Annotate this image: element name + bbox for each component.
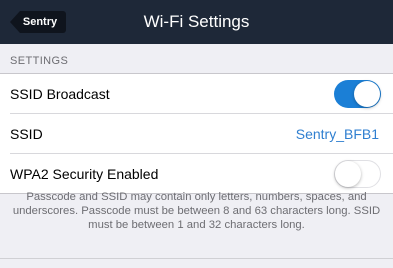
page-title: Wi-Fi Settings — [143, 12, 250, 31]
section-header-label: SETTINGS — [10, 55, 69, 67]
footer-note: Passcode and SSID may contain only lette… — [12, 191, 381, 231]
ssid-broadcast-label: SSID Broadcast — [10, 86, 110, 102]
wpa2-security-label: WPA2 Security Enabled — [10, 166, 159, 182]
toggle-knob — [335, 161, 361, 187]
ssid-broadcast-toggle[interactable] — [334, 80, 381, 108]
ssid-value[interactable]: Sentry_BFB1 — [296, 126, 379, 142]
section-header: SETTINGS — [0, 44, 393, 74]
bottom-divider — [0, 258, 393, 259]
ssid-broadcast-row: SSID Broadcast — [0, 74, 393, 114]
nav-bar: Sentry Wi-Fi Settings — [0, 0, 393, 44]
ssid-label: SSID — [10, 126, 43, 142]
ssid-row[interactable]: SSID Sentry_BFB1 — [0, 114, 393, 154]
toggle-knob — [354, 81, 380, 107]
wpa2-security-toggle[interactable] — [334, 160, 381, 188]
wpa2-security-row: WPA2 Security Enabled — [0, 154, 393, 194]
